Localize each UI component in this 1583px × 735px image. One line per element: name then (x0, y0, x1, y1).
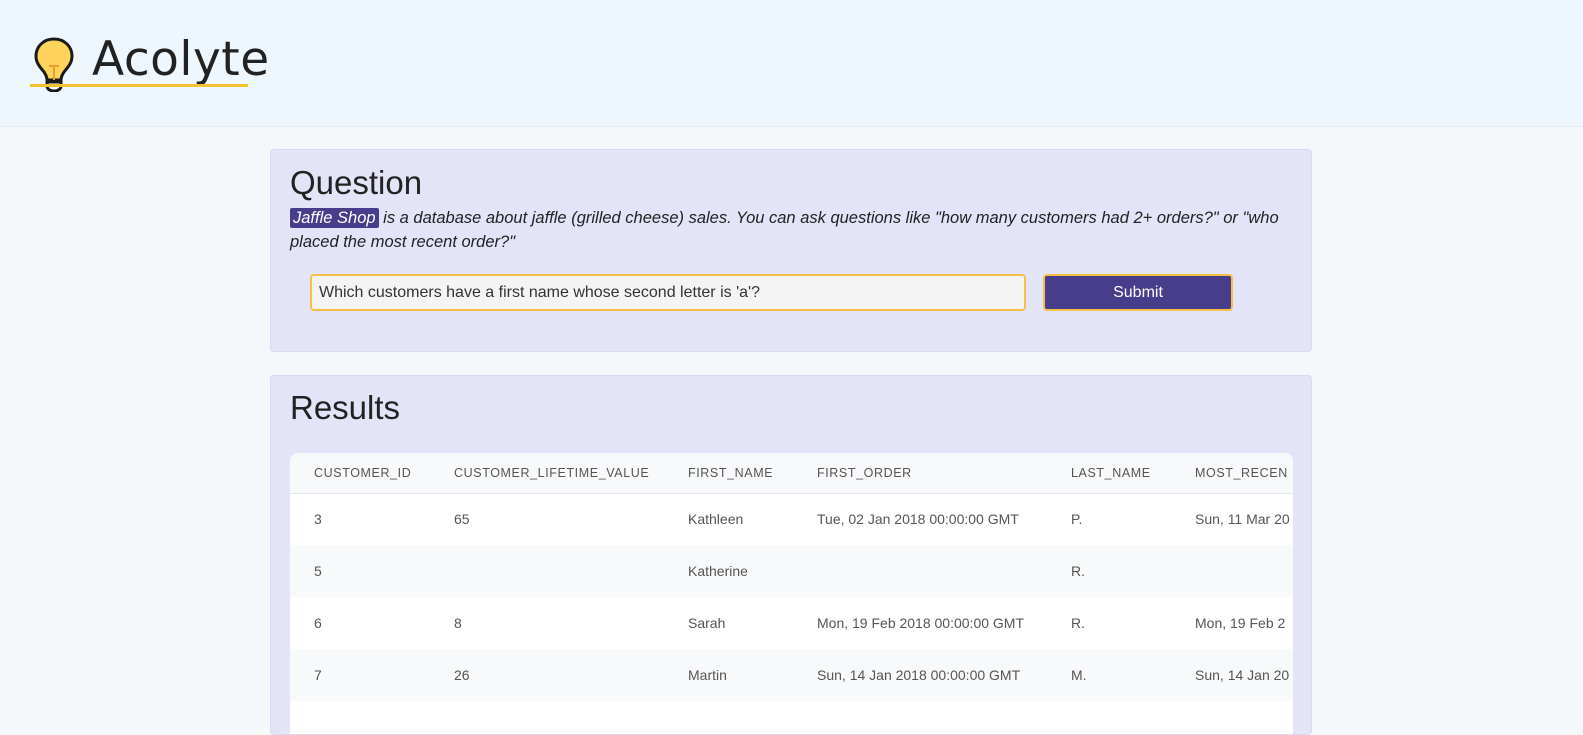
column-header: FIRST_NAME (688, 465, 774, 480)
description-text: is a database about jaffle (grilled chee… (290, 209, 1279, 251)
table-row: 5 Katherine R. (290, 545, 1293, 597)
table-cell (430, 545, 664, 597)
column-header: MOST_RECEN (1195, 465, 1288, 480)
table-cell: 6 (314, 615, 322, 631)
column-header: CUSTOMER_ID (314, 465, 412, 480)
question-input[interactable] (310, 274, 1026, 311)
table-cell: P. (1071, 511, 1083, 528)
table-cell: Sun, 11 Mar 20 (1195, 511, 1290, 528)
table-cell: Sun, 14 Jan 20 (1195, 667, 1290, 683)
table-row: 3 65 Kathleen Tue, 02 Jan 2018 00:00:00 … (290, 493, 1293, 545)
database-description: Jaffle Shop is a database about jaffle (… (290, 206, 1280, 254)
question-panel: Question Jaffle Shop is a database about… (270, 149, 1312, 352)
table-row: 6 8 Sarah Mon, 19 Feb 2018 00:00:00 GMT … (290, 597, 1293, 649)
table-cell: 65 (454, 511, 470, 528)
table-row: 7 26 Martin Sun, 14 Jan 2018 00:00:00 GM… (290, 649, 1293, 701)
results-table-container[interactable]: CUSTOMER_ID CUSTOMER_LIFETIME_VALUE FIRS… (290, 453, 1293, 734)
table-cell: Katherine (688, 563, 748, 579)
table-cell: Tue, 02 Jan 2018 00:00:00 GMT (817, 511, 1019, 528)
table-cell (1171, 545, 1293, 597)
table-cell: 26 (454, 667, 470, 683)
logo-underline (30, 84, 248, 87)
submit-button[interactable]: Submit (1043, 274, 1233, 311)
column-header: CUSTOMER_LIFETIME_VALUE (454, 465, 650, 480)
table-cell: R. (1071, 563, 1085, 579)
database-badge: Jaffle Shop (290, 208, 379, 228)
results-table: CUSTOMER_ID CUSTOMER_LIFETIME_VALUE FIRS… (290, 453, 1293, 701)
table-cell: 7 (314, 667, 322, 683)
table-cell: 5 (314, 563, 322, 579)
table-cell: Sun, 14 Jan 2018 00:00:00 GMT (817, 667, 1021, 683)
table-cell: Mon, 19 Feb 2018 00:00:00 GMT (817, 615, 1025, 631)
table-cell: Martin (688, 667, 727, 683)
question-heading: Question (290, 164, 423, 201)
table-cell: M. (1071, 667, 1087, 683)
table-cell: Mon, 19 Feb 2 (1195, 615, 1286, 631)
column-header: LAST_NAME (1071, 465, 1151, 480)
table-cell: Sarah (688, 615, 726, 631)
results-heading: Results (290, 389, 401, 426)
table-cell: Kathleen (688, 511, 744, 528)
table-cell: 8 (454, 615, 462, 631)
column-header: FIRST_ORDER (817, 465, 912, 480)
table-cell: R. (1071, 615, 1085, 631)
app-header: Acolyte (0, 0, 1583, 127)
table-header-row: CUSTOMER_ID CUSTOMER_LIFETIME_VALUE FIRS… (290, 453, 1293, 493)
table-cell (793, 545, 1047, 597)
table-cell: 3 (314, 511, 322, 528)
app-title: Acolyte (92, 32, 270, 87)
results-panel: Results CUSTOMER_ID CUSTOMER_LIFETIME_VA… (270, 375, 1312, 735)
